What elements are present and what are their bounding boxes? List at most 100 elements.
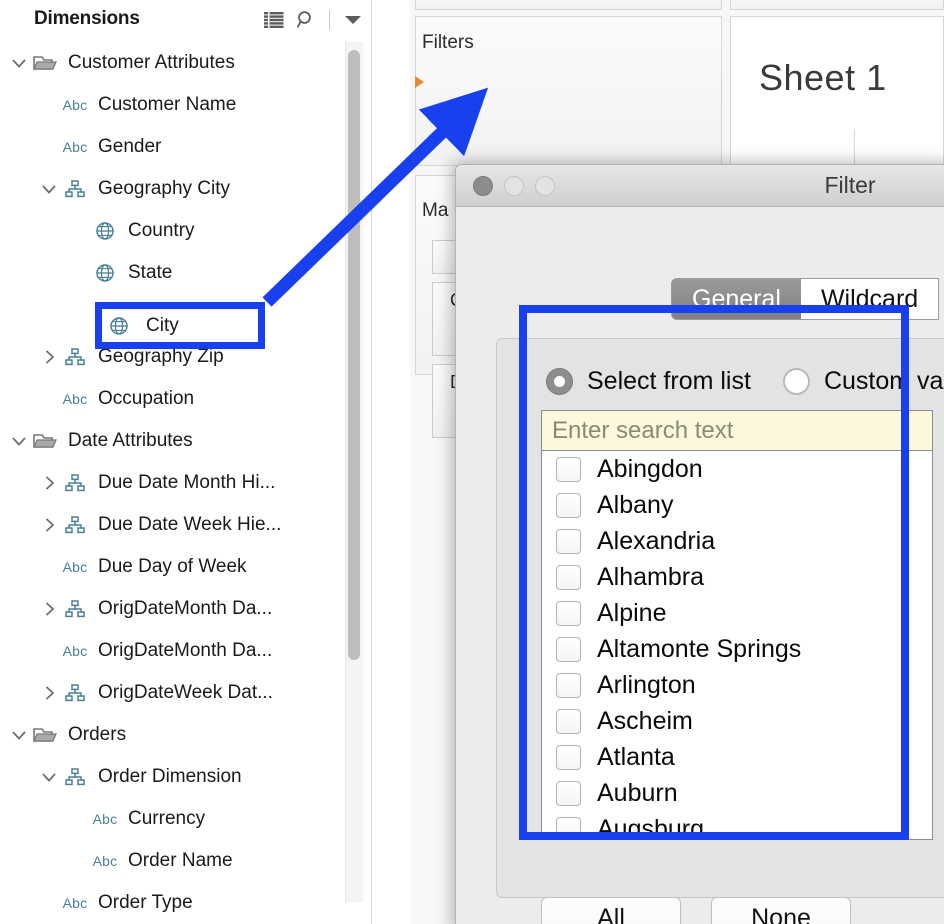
- list-item[interactable]: Abingdon: [542, 451, 932, 487]
- folder-icon: [30, 726, 60, 744]
- filters-caret-icon[interactable]: [415, 76, 424, 88]
- city-checkbox[interactable]: [556, 744, 581, 770]
- tree-item-label: OrigDateMonth Da...: [98, 640, 273, 661]
- tree-item-label: Order Name: [128, 850, 233, 871]
- tree-item-label: Date Attributes: [68, 430, 193, 451]
- city-checkbox[interactable]: [556, 600, 581, 626]
- radio-select-from-list[interactable]: [546, 368, 573, 395]
- city-list[interactable]: Abingdon Albany Alexandria Alhambra Alpine Al…: [542, 451, 932, 840]
- hierarchy-icon: [60, 600, 90, 618]
- hierarchy-icon: [60, 180, 90, 198]
- list-item[interactable]: Augsburg: [542, 811, 932, 840]
- dialog-titlebar[interactable]: Filter: [456, 165, 944, 207]
- folder-icon: [30, 54, 60, 72]
- list-item[interactable]: Albany: [542, 487, 932, 523]
- city-checkbox[interactable]: [556, 672, 581, 698]
- dialog-button-row: All None: [541, 897, 851, 924]
- tree-item-order-dimension[interactable]: Order Dimension: [0, 756, 371, 798]
- tree-item-customer-name[interactable]: Abc Customer Name: [0, 84, 371, 126]
- search-input[interactable]: Enter search text: [542, 411, 932, 451]
- city-checkbox[interactable]: [556, 564, 581, 590]
- search-icon[interactable]: [294, 9, 318, 31]
- tree-item-occupation[interactable]: Abc Occupation: [0, 378, 371, 420]
- tree-item-label: Gender: [98, 136, 162, 157]
- city-label: Augsburg: [597, 814, 705, 841]
- city-label: Alexandria: [597, 526, 716, 555]
- tree-item-due-date-week-hie[interactable]: Due Date Week Hie...: [0, 504, 371, 546]
- tree-item-origdatemonth-da[interactable]: Abc OrigDateMonth Da...: [0, 630, 371, 672]
- list-item[interactable]: Arlington: [542, 667, 932, 703]
- chevron-right-icon[interactable]: [38, 350, 60, 364]
- tree-item-origdateweek-dat[interactable]: OrigDateWeek Dat...: [0, 672, 371, 714]
- tree-item-state[interactable]: State: [0, 252, 371, 294]
- list-item[interactable]: Ascheim: [542, 703, 932, 739]
- tree-item-date-attributes[interactable]: Date Attributes: [0, 420, 371, 462]
- chevron-down-icon[interactable]: [8, 730, 30, 740]
- tree-item-due-day-of-week[interactable]: Abc Due Day of Week: [0, 546, 371, 588]
- tree-item-orders[interactable]: Orders: [0, 714, 371, 756]
- city-checkbox[interactable]: [556, 816, 581, 840]
- chevron-right-icon[interactable]: [38, 602, 60, 616]
- city-checkbox[interactable]: [556, 636, 581, 662]
- tree-item-customer-attributes[interactable]: Customer Attributes: [0, 42, 371, 84]
- list-item[interactable]: Auburn: [542, 775, 932, 811]
- city-label: Abingdon: [597, 454, 703, 483]
- tree-item-label: Due Date Month Hi...: [98, 472, 276, 493]
- tree-item-gender[interactable]: Abc Gender: [0, 126, 371, 168]
- city-checkbox[interactable]: [556, 456, 581, 482]
- group-by-data-source-icon[interactable]: [262, 9, 286, 31]
- city-label: Auburn: [597, 778, 678, 807]
- chevron-down-icon[interactable]: [8, 436, 30, 446]
- abc-text-icon: Abc: [62, 895, 88, 911]
- select-all-button[interactable]: All: [541, 897, 681, 924]
- radio-custom-value-label: Custom va: [823, 367, 944, 395]
- chevron-down-icon[interactable]: [341, 9, 365, 31]
- chevron-right-icon[interactable]: [38, 518, 60, 532]
- tree-item-origdatemonth-da[interactable]: OrigDateMonth Da...: [0, 588, 371, 630]
- tree-item-label: Order Type: [98, 892, 193, 913]
- tree-item-order-type[interactable]: Abc Order Type: [0, 882, 371, 924]
- list-item[interactable]: Altamonte Springs: [542, 631, 932, 667]
- city-checkbox[interactable]: [556, 708, 581, 734]
- tree-item-label: Customer Attributes: [68, 52, 235, 73]
- globe-icon: [102, 316, 136, 336]
- tree-item-currency[interactable]: Abc Currency: [0, 798, 371, 840]
- city-label: Albany: [597, 490, 674, 519]
- tree-item-geography-city[interactable]: Geography City: [0, 168, 371, 210]
- tab-general[interactable]: General: [671, 278, 801, 320]
- tree-item-due-date-month-hi[interactable]: Due Date Month Hi...: [0, 462, 371, 504]
- city-label: Alpine: [597, 598, 667, 627]
- sidebar-scrollbar-thumb[interactable]: [348, 50, 360, 660]
- chevron-right-icon[interactable]: [38, 686, 60, 700]
- hierarchy-icon: [60, 684, 90, 702]
- annotation-highlight-city: City: [95, 302, 265, 349]
- list-item[interactable]: Alexandria: [542, 523, 932, 559]
- tab-wildcard[interactable]: Wildcard: [800, 278, 940, 320]
- city-label: Altamonte Springs: [597, 634, 802, 663]
- chevron-down-icon[interactable]: [38, 184, 60, 194]
- dimensions-tree: Customer Attributes Abc Customer Name Abc Ge…: [0, 38, 371, 924]
- radio-custom-value[interactable]: [782, 368, 810, 395]
- list-item[interactable]: Alhambra: [542, 559, 932, 595]
- dimensions-header: Dimensions: [0, 0, 371, 38]
- city-listbox: Enter search text Abingdon Albany Alexandr…: [541, 410, 933, 840]
- abc-text-icon: Abc: [62, 97, 88, 113]
- city-checkbox[interactable]: [556, 780, 581, 806]
- chevron-right-icon[interactable]: [38, 476, 60, 490]
- tree-item-order-name[interactable]: Abc Order Name: [0, 840, 371, 882]
- list-item[interactable]: Alpine: [542, 595, 932, 631]
- tree-item-country[interactable]: Country: [0, 210, 371, 252]
- chevron-down-icon[interactable]: [38, 772, 60, 782]
- city-checkbox[interactable]: [556, 492, 581, 518]
- toolbar-divider: [329, 10, 330, 30]
- select-none-button[interactable]: None: [711, 897, 851, 924]
- city-checkbox[interactable]: [556, 528, 581, 554]
- tree-item-label: Geography Zip: [98, 346, 224, 367]
- folder-icon: [30, 432, 60, 450]
- dimensions-sidebar: Dimensions Customer Attributes Abc Custo…: [0, 0, 372, 924]
- globe-icon: [90, 263, 120, 283]
- list-item[interactable]: Atlanta: [542, 739, 932, 775]
- tree-item-label: Currency: [128, 808, 206, 829]
- chevron-down-icon[interactable]: [8, 58, 30, 68]
- page-title: Dimensions: [34, 8, 140, 29]
